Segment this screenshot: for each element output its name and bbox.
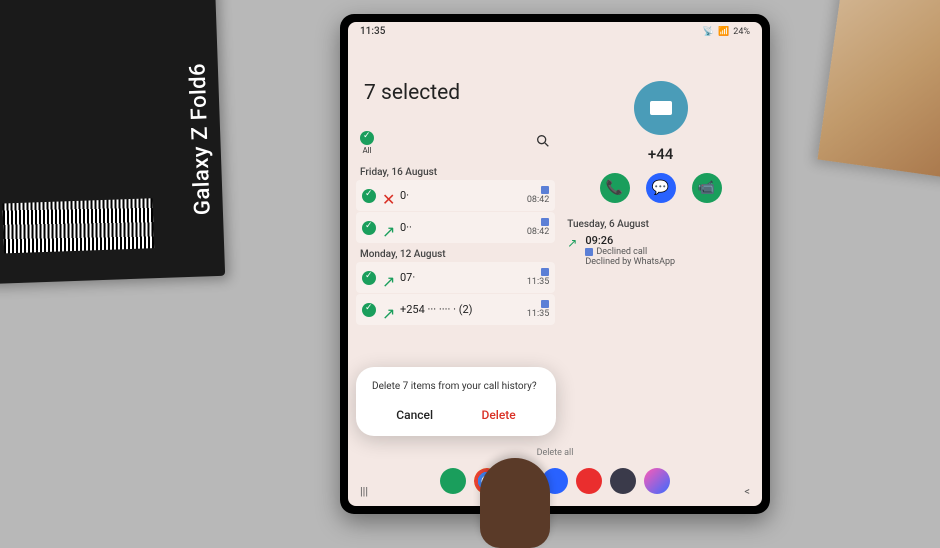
check-icon (362, 221, 376, 235)
search-icon (535, 133, 551, 149)
call-time: 08:42 (527, 218, 549, 237)
sim-icon (541, 268, 549, 276)
select-all-button[interactable]: All (360, 131, 374, 155)
contact-number: +44 (648, 145, 673, 163)
wifi-icon: 📶 (718, 27, 729, 37)
page-title: 7 selected (364, 81, 547, 105)
dock-app-6[interactable] (610, 468, 636, 494)
message-button[interactable]: 💬 (646, 173, 676, 203)
call-item[interactable]: ↗ +254 ··· ···· · (2) 11:35 (356, 294, 555, 325)
dock-samsung-app[interactable] (644, 468, 670, 494)
product-brand-label: Galaxy Z Fold6 (185, 62, 215, 215)
avatar[interactable] (634, 81, 688, 135)
history-entry[interactable]: ↗ 09:26 Declined call Declined by WhatsA… (567, 234, 754, 267)
contact-history: Tuesday, 6 August ↗ 09:26 Declined call … (567, 219, 754, 267)
call-item[interactable]: ✕ 0· 08:42 (356, 180, 555, 211)
call-list: ↗ 07· 11:35 ↗ +254 ··· ···· · (2) 11:35 (356, 262, 555, 325)
call-number: 07· (400, 271, 521, 284)
call-number: 0·· (400, 221, 521, 234)
section-header: Friday, 16 August (356, 161, 555, 180)
contact-card: +44 📞 💬 📹 (567, 81, 754, 203)
search-button[interactable] (535, 133, 551, 153)
call-button[interactable]: 📞 (600, 173, 630, 203)
call-list: ✕ 0· 08:42 ↗ 0·· 08:42 (356, 180, 555, 243)
right-panel: +44 📞 💬 📹 Tuesday, 6 August ↗ 09:26 Decl… (563, 41, 762, 506)
call-item[interactable]: ↗ 0·· 08:42 (356, 212, 555, 243)
history-date: Tuesday, 6 August (567, 219, 754, 230)
action-row: 📞 💬 📹 (600, 173, 722, 203)
delete-all-label[interactable]: Delete all (537, 448, 574, 458)
title-area: 7 selected (356, 41, 555, 125)
delete-dialog: Delete 7 items from your call history? C… (356, 367, 556, 436)
outgoing-call-icon: ↗ (382, 222, 394, 234)
nav-back[interactable]: < (744, 485, 750, 498)
status-right: 📡 📶 24% (703, 27, 750, 37)
screen: 11:35 📡 📶 24% 7 selected All (348, 22, 762, 506)
section-header: Monday, 12 August (356, 243, 555, 262)
check-icon (360, 131, 374, 145)
signal-icon: 📡 (703, 27, 714, 37)
left-panel: 7 selected All Friday, 16 August (348, 41, 563, 506)
status-bar: 11:35 📡 📶 24% (348, 22, 762, 41)
cancel-button[interactable]: Cancel (388, 404, 441, 426)
sim-icon (541, 218, 549, 226)
call-number: +254 ··· ···· · (2) (400, 303, 521, 316)
content: 7 selected All Friday, 16 August (348, 41, 762, 506)
missed-call-icon: ✕ (382, 190, 394, 202)
dock (348, 464, 762, 498)
battery-label: 24% (733, 27, 750, 37)
video-icon: 📹 (698, 180, 715, 196)
check-icon (362, 271, 376, 285)
call-number: 0· (400, 189, 521, 202)
flag-icon (650, 101, 672, 115)
outgoing-call-icon: ↗ (382, 304, 394, 316)
sim-icon (585, 248, 593, 256)
video-button[interactable]: 📹 (692, 173, 722, 203)
finger (480, 458, 550, 548)
wood-block (817, 0, 940, 179)
status-time: 11:35 (360, 26, 385, 37)
dialog-actions: Cancel Delete (372, 404, 540, 426)
sim-icon (541, 300, 549, 308)
message-icon: 💬 (652, 180, 669, 196)
toolbar: All (356, 125, 555, 161)
history-status: Declined call (585, 247, 675, 257)
call-time: 08:42 (527, 186, 549, 205)
dock-phone-app[interactable] (440, 468, 466, 494)
product-box: Galaxy Z Fold6 (0, 0, 225, 284)
nav-recents[interactable]: ||| (360, 485, 368, 498)
device-frame: 11:35 📡 📶 24% 7 selected All (340, 14, 770, 514)
outgoing-call-icon: ↗ (567, 236, 577, 267)
dock-app-5[interactable] (576, 468, 602, 494)
phone-icon: 📞 (606, 180, 623, 196)
call-time: 11:35 (527, 268, 549, 287)
delete-button[interactable]: Delete (474, 404, 524, 426)
check-icon (362, 303, 376, 317)
barcode-icon (3, 198, 155, 253)
call-item[interactable]: ↗ 07· 11:35 (356, 262, 555, 293)
dialog-message: Delete 7 items from your call history? (372, 381, 540, 392)
call-time: 11:35 (527, 300, 549, 319)
check-icon (362, 189, 376, 203)
history-time: 09:26 (585, 234, 675, 247)
all-label: All (362, 146, 371, 155)
outgoing-call-icon: ↗ (382, 272, 394, 284)
sim-icon (541, 186, 549, 194)
history-via: Declined by WhatsApp (585, 257, 675, 267)
